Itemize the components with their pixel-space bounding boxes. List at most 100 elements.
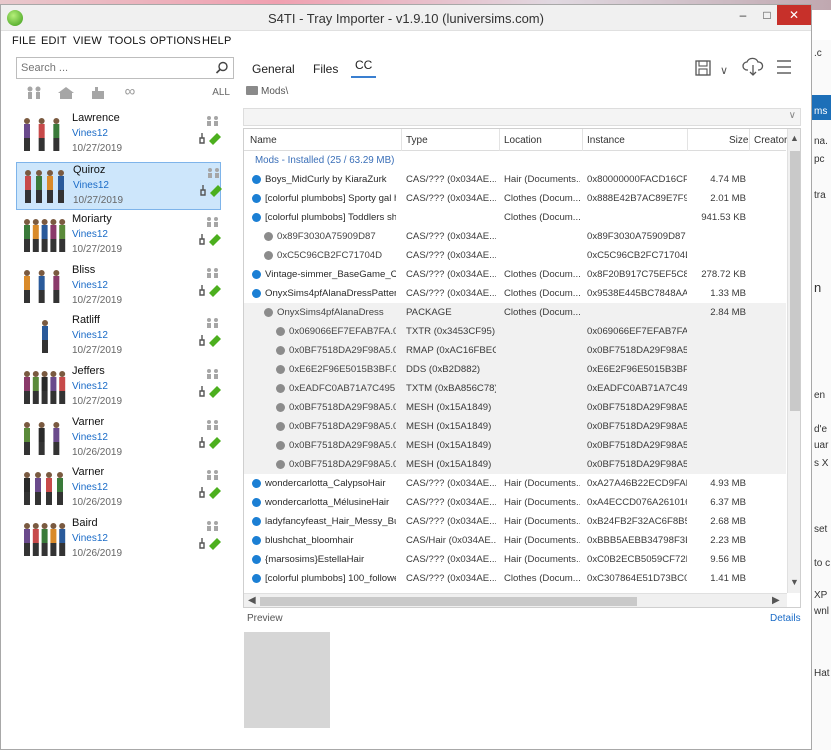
cc-status-icon[interactable] <box>197 485 223 500</box>
table-row[interactable]: [colorful plumbobs] 100_follower... CAS/?… <box>244 569 786 588</box>
column-header-name[interactable]: Name <box>250 135 277 146</box>
table-row[interactable]: Boys_MidCurly by KiaraZurk CAS/??? (0x034… <box>244 170 786 189</box>
cloud-download-icon[interactable] <box>742 57 764 77</box>
column-separator[interactable] <box>749 129 750 151</box>
title-bar[interactable]: S4TI - Tray Importer - v1.9.10 (lunivers… <box>1 5 811 31</box>
table-row[interactable]: 0x89F3030A75909D87 CAS/??? (0x034AE... 0x8… <box>244 227 786 246</box>
tab-files[interactable]: Files <box>313 62 338 76</box>
table-row[interactable]: 0x0BF7518DA29F98A5.0... MESH (0x15A1849) 0… <box>244 398 786 417</box>
tab-cc[interactable]: CC <box>351 58 377 78</box>
tray-item[interactable]: Ratliff Vines12 10/27/2019 <box>16 313 221 361</box>
cc-status-icon[interactable] <box>197 131 223 145</box>
cc-status-icon[interactable] <box>197 536 223 550</box>
horizontal-scroll-thumb[interactable] <box>260 597 637 606</box>
hamburger-menu-icon[interactable] <box>776 58 792 76</box>
search-input[interactable] <box>17 58 207 78</box>
household-members-icon[interactable] <box>206 167 222 179</box>
table-row[interactable]: 0x0BF7518DA29F98A5.0... MESH (0x15A1849) 0… <box>244 436 786 455</box>
table-row[interactable]: 0x0BF7518DA29F98A5.0... MESH (0x15A1849) 0… <box>244 455 786 474</box>
table-row[interactable]: OnyxSims4pfAlanaDressPatterns CAS/??? (0x… <box>244 284 786 303</box>
menu-view[interactable]: VIEW <box>73 35 102 47</box>
sims-filter-icon[interactable] <box>22 85 46 101</box>
tray-item[interactable]: Varner Vines12 10/26/2019 <box>16 415 221 463</box>
tray-item[interactable]: Baird Vines12 10/26/2019 <box>16 516 221 564</box>
tray-item-creator[interactable]: Vines12 <box>72 432 108 443</box>
tray-item[interactable]: Varner Vines12 10/26/2019 <box>16 465 221 513</box>
table-row[interactable]: wondercarlotta_CalypsoHair CAS/??? (0x034… <box>244 474 786 493</box>
scroll-right-arrow[interactable]: ▶ <box>772 595 780 606</box>
chevron-down-icon[interactable]: ∨ <box>720 64 728 77</box>
vertical-scroll-thumb[interactable] <box>790 151 800 411</box>
tray-item-creator[interactable]: Vines12 <box>72 533 108 544</box>
household-members-icon[interactable] <box>205 520 221 532</box>
table-row[interactable]: {marsosims}EstellaHair CAS/??? (0x034AE..… <box>244 550 786 569</box>
tray-item[interactable]: Jeffers Vines12 10/27/2019 <box>16 364 221 412</box>
tray-item-creator[interactable]: Vines12 <box>72 280 108 291</box>
close-button[interactable]: ✕ <box>777 5 811 25</box>
column-separator[interactable] <box>582 129 583 151</box>
household-members-icon[interactable] <box>205 115 221 127</box>
column-header-creator[interactable]: Creator <box>754 135 787 146</box>
table-row[interactable]: 0x0BF7518DA29F98A5.0... MESH (0x15A1849) 0… <box>244 417 786 436</box>
cc-status-icon[interactable] <box>197 283 223 297</box>
search-icon[interactable] <box>215 61 229 75</box>
tray-item-creator[interactable]: Vines12 <box>72 128 108 139</box>
menu-file[interactable]: FILE <box>12 35 36 47</box>
chevron-down-icon[interactable]: ∨ <box>789 110 796 121</box>
scroll-left-arrow[interactable]: ◀ <box>248 595 256 606</box>
tray-item[interactable]: Bliss Vines12 10/27/2019 <box>16 263 221 311</box>
table-row[interactable]: 0xE6E2F96E5015B3BF.0... DDS (0xB2D882) 0xE… <box>244 360 786 379</box>
table-row[interactable]: wondercarlotta_MélusineHair CAS/??? (0x03… <box>244 493 786 512</box>
menu-tools[interactable]: TOOLS <box>108 35 146 47</box>
household-members-icon[interactable] <box>205 317 221 329</box>
household-members-icon[interactable] <box>205 368 221 380</box>
filter-all-label[interactable]: ALL <box>212 87 230 98</box>
table-row[interactable]: [colorful plumbobs] Sporty gal h... CAS/?… <box>244 189 786 208</box>
table-row[interactable]: blushchat_bloomhair CAS/Hair (0x034AE... H… <box>244 531 786 550</box>
menu-edit[interactable]: EDIT <box>41 35 67 47</box>
tray-item[interactable]: Quiroz Vines12 10/27/2019 <box>16 161 224 210</box>
table-row[interactable]: Vintage-simmer_BaseGame_Chil... CAS/??? (… <box>244 265 786 284</box>
horizontal-scrollbar[interactable]: ◀ ▶ <box>244 593 787 607</box>
tray-item-creator[interactable]: Vines12 <box>73 180 109 191</box>
table-row[interactable]: 0x0BF7518DA29F98A5.0... RMAP (0xAC16FBEC)… <box>244 341 786 360</box>
infinity-icon[interactable]: ∞ <box>118 83 142 100</box>
group-header[interactable]: Mods - Installed (25 / 63.29 MB) <box>244 151 786 170</box>
cc-status-icon[interactable] <box>197 384 223 398</box>
cc-status-icon[interactable] <box>198 183 224 197</box>
grid-filter-bar[interactable]: ∨ <box>243 108 801 126</box>
table-row[interactable]: 0xC5C96CB2FC71704D CAS/??? (0x034AE... 0xC… <box>244 246 786 265</box>
table-row[interactable]: 0xEADFC0AB71A7C495.... TXTM (0xBA856C78) 0… <box>244 379 786 398</box>
tray-item[interactable]: Moriarty Vines12 10/27/2019 <box>16 212 221 260</box>
table-row[interactable]: ladyfancyfeast_Hair_Messy_Bun CAS/??? (0x… <box>244 512 786 531</box>
column-separator[interactable] <box>499 129 500 151</box>
tray-item-creator[interactable]: Vines12 <box>72 381 108 392</box>
vertical-scrollbar[interactable]: ▲ ▼ <box>787 129 800 593</box>
tab-general[interactable]: General <box>252 62 295 76</box>
tray-item-creator[interactable]: Vines12 <box>72 330 108 341</box>
tray-item-creator[interactable]: Vines12 <box>72 482 108 493</box>
menu-options[interactable]: OPTIONS <box>150 35 201 47</box>
household-filter-icon[interactable] <box>54 85 78 101</box>
table-row[interactable]: OnyxSims4pfAlanaDress PACKAGE Clothes (Doc… <box>244 303 786 322</box>
column-header-location[interactable]: Location <box>504 135 542 146</box>
column-separator[interactable] <box>687 129 688 151</box>
menu-help[interactable]: HELP <box>202 35 232 47</box>
scroll-up-arrow[interactable]: ▲ <box>790 133 799 143</box>
tray-item-creator[interactable]: Vines12 <box>72 229 108 240</box>
column-header-size[interactable]: Size <box>729 135 748 146</box>
column-header-instance[interactable]: Instance <box>587 135 625 146</box>
column-separator[interactable] <box>401 129 402 151</box>
cc-status-icon[interactable] <box>197 232 223 247</box>
column-header-type[interactable]: Type <box>406 135 428 146</box>
household-members-icon[interactable] <box>205 469 221 481</box>
breadcrumb[interactable]: Mods\ <box>246 86 288 97</box>
table-row[interactable]: 0x069066EF7EFAB7FA.0... TXTR (0x3453CF95)… <box>244 322 786 341</box>
household-members-icon[interactable] <box>205 267 221 279</box>
cc-status-icon[interactable] <box>197 333 223 348</box>
tray-item[interactable]: Lawrence Vines12 10/27/2019 <box>16 111 221 159</box>
lot-filter-icon[interactable] <box>86 85 110 101</box>
household-members-icon[interactable] <box>205 419 221 431</box>
details-link[interactable]: Details <box>770 613 801 624</box>
table-row[interactable]: [colorful plumbobs] Toddlers sho... Cloth… <box>244 208 786 227</box>
